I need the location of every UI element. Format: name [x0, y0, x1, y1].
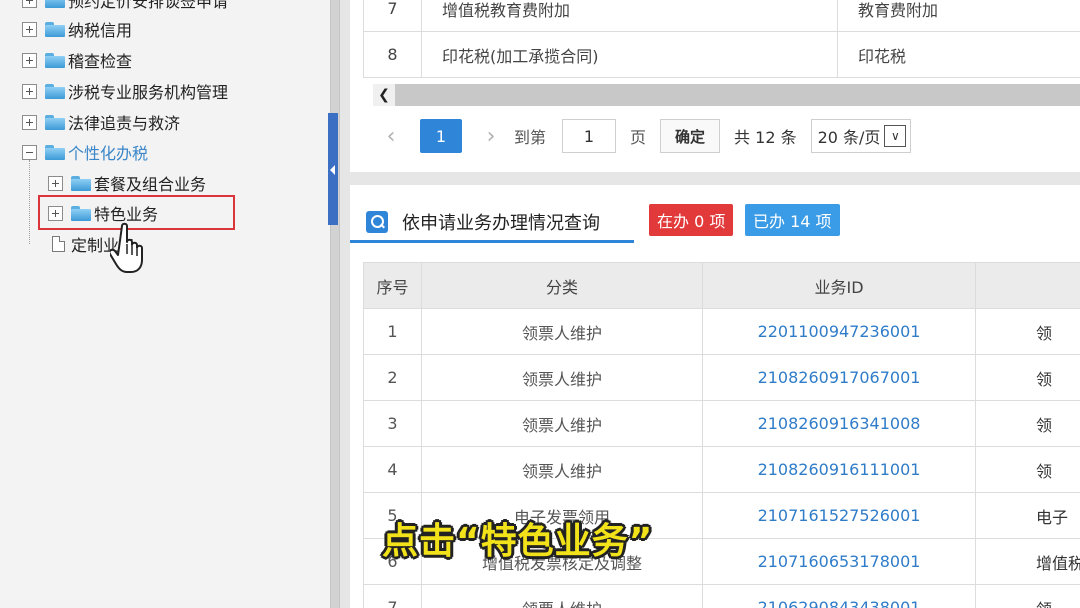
tree-node-agency[interactable]: 涉税专业服务机构管理: [22, 79, 228, 103]
expand-icon[interactable]: [48, 175, 63, 191]
collapse-panel-button[interactable]: [328, 113, 338, 225]
table-row[interactable]: 8 印花税(加工承揽合同) 印花税: [363, 31, 1080, 78]
tree-node-label: 个性化办税: [68, 144, 149, 163]
goto-page-input[interactable]: 1: [562, 119, 617, 153]
header-extra: [975, 262, 1080, 309]
tree-node-package[interactable]: 套餐及组合业务: [48, 171, 206, 195]
cell-extra: 领: [975, 584, 1080, 608]
header-no: 序号: [363, 262, 422, 309]
folder-icon: [71, 175, 91, 191]
cell-tax-name: 印花税(加工承揽合同): [421, 31, 838, 78]
cell-no: 1: [363, 308, 422, 355]
expand-icon[interactable]: [22, 0, 37, 8]
completed-badge[interactable]: 已办 14 项: [745, 204, 840, 236]
tab-application-query[interactable]: 依申请业务办理情况查询: [350, 203, 634, 243]
pagination: ‹ 1 › 到第 1 页 确定 共 12 条 20 条/页 ∨: [378, 118, 912, 154]
tree-node-label: 涉税专业服务机构管理: [68, 83, 229, 102]
cell-extra: 领: [975, 446, 1080, 493]
header-business-id: 业务ID: [702, 262, 976, 309]
tree-node[interactable]: 预约定价安排谈签申请: [22, 0, 228, 12]
page-unit-label: 页: [630, 128, 647, 147]
expand-icon[interactable]: [22, 83, 37, 99]
cell-extra: 领: [975, 308, 1080, 355]
tab-title-label: 依申请业务办理情况查询: [402, 212, 600, 234]
cell-category: 领票人维护: [421, 446, 703, 493]
cell-extra: 领: [975, 354, 1080, 401]
chevron-down-icon: ∨: [884, 125, 907, 147]
cell-no: 3: [363, 400, 422, 447]
confirm-button[interactable]: 确定: [660, 119, 721, 153]
in-progress-badge[interactable]: 在办 0 项: [649, 204, 734, 236]
cell-category: 领票人维护: [421, 354, 703, 401]
total-count: 共 12 条: [734, 128, 797, 147]
cell-category: 领票人维护: [421, 584, 703, 608]
cell-extra: 增值税: [975, 538, 1080, 585]
video-caption: 点击“特色业务”: [382, 521, 654, 562]
cell-category: 领票人维护: [421, 400, 703, 447]
tax-items-table: 7 增值税教育费附加 教育费附加 8 印花税(加工承揽合同) 印花税: [363, 0, 1080, 78]
cell-category: 教育费附加: [837, 0, 1080, 32]
tree-connector-line: [29, 160, 30, 244]
table-header-row: 序号 分类 业务ID: [363, 262, 1080, 309]
search-icon: [366, 210, 388, 233]
tree-node-inspection[interactable]: 稽查检查: [22, 48, 132, 72]
page-number-current[interactable]: 1: [420, 119, 462, 153]
cell-no: 7: [363, 584, 422, 608]
scroll-left-icon[interactable]: ❮: [373, 84, 395, 106]
business-id-link[interactable]: 2108260916341008: [702, 400, 976, 447]
cell-no: 4: [363, 446, 422, 493]
table-row[interactable]: 3 领票人维护 2108260916341008 领: [363, 400, 1080, 447]
cell-category: 印花税: [837, 31, 1080, 78]
next-page-button[interactable]: ›: [478, 124, 504, 149]
folder-open-icon: [45, 144, 65, 160]
table-row[interactable]: 1 领票人维护 2201100947236001 领: [363, 308, 1080, 355]
cell-extra: 领: [975, 400, 1080, 447]
cell-no: 2: [363, 354, 422, 401]
cell-no: 8: [363, 31, 422, 78]
folder-icon: [45, 83, 65, 99]
table-row[interactable]: 7 领票人维护 2106290843438001 领: [363, 584, 1080, 608]
collapse-icon[interactable]: [22, 144, 37, 160]
business-id-link[interactable]: 2108260916111001: [702, 446, 976, 493]
tree-node-credit[interactable]: 纳税信用: [22, 17, 132, 41]
cell-extra: 电子: [975, 492, 1080, 539]
goto-label: 到第: [514, 128, 547, 147]
tree-node-legal[interactable]: 法律追责与救济: [22, 110, 180, 134]
cell-category: 领票人维护: [421, 308, 703, 355]
business-id-link[interactable]: 2201100947236001: [702, 308, 976, 355]
prev-page-button[interactable]: ‹: [378, 124, 404, 149]
tree-node-label: 稽查检查: [68, 52, 133, 71]
business-id-link[interactable]: 2107161527526001: [702, 492, 976, 539]
page-size-select[interactable]: 20 条/页 ∨: [810, 119, 912, 153]
hand-cursor-icon: [110, 222, 143, 273]
page-size-value: 20 条/页: [817, 128, 881, 147]
expand-icon[interactable]: [22, 21, 37, 37]
function-tree-panel: 预约定价安排谈签申请 纳税信用 稽查检查 涉税专业服务机构管理 法律追责与救济 …: [0, 0, 330, 608]
cell-tax-name: 增值税教育费附加: [421, 0, 838, 32]
table-row[interactable]: 4 领票人维护 2108260916111001 领: [363, 446, 1080, 493]
tree-node-label: 预约定价安排谈签申请: [68, 0, 229, 11]
folder-icon: [45, 114, 65, 130]
document-icon: [52, 236, 65, 252]
business-id-link[interactable]: 2107160653178001: [702, 538, 976, 585]
business-id-link[interactable]: 2108260917067001: [702, 354, 976, 401]
panel-splitter[interactable]: [330, 0, 340, 608]
folder-icon: [45, 21, 65, 37]
folder-icon: [45, 0, 65, 8]
header-category: 分类: [421, 262, 703, 309]
tree-node-label: 纳税信用: [68, 21, 133, 40]
tree-node-label: 法律追责与救济: [68, 114, 181, 133]
tree-node-personalized[interactable]: 个性化办税: [22, 140, 148, 164]
tax-items-card: 7 增值税教育费附加 教育费附加 8 印花税(加工承揽合同) 印花税 ❮ ‹ 1…: [350, 0, 1080, 172]
tree-node-label: 套餐及组合业务: [94, 175, 207, 194]
folder-icon: [45, 52, 65, 68]
table-row[interactable]: 7 增值税教育费附加 教育费附加: [363, 0, 1080, 32]
table-row[interactable]: 2 领票人维护 2108260917067001 领: [363, 354, 1080, 401]
business-id-link[interactable]: 2106290843438001: [702, 584, 976, 608]
horizontal-scrollbar[interactable]: ❮: [373, 84, 1080, 106]
expand-icon[interactable]: [22, 52, 37, 68]
cell-no: 7: [363, 0, 422, 32]
expand-icon[interactable]: [22, 114, 37, 130]
